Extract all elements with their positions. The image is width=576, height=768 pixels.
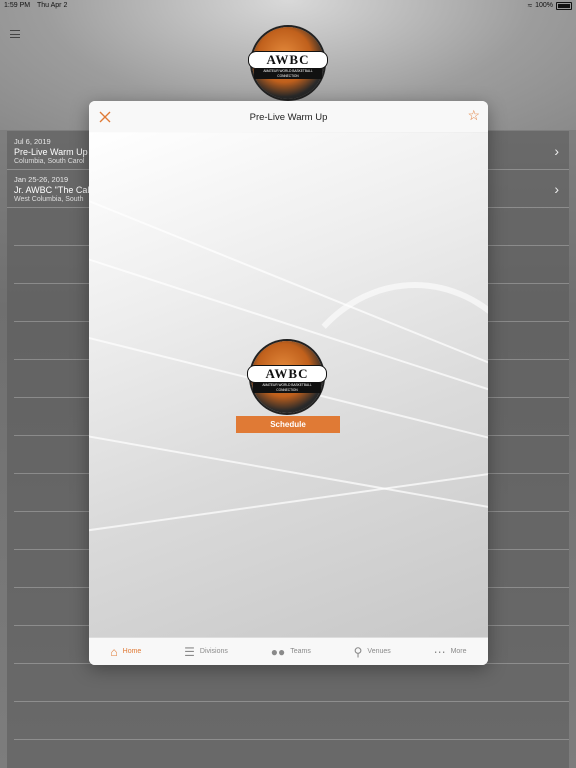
logo-subtitle: AMATEUR WORLD BASKETBALL CONNECTION xyxy=(254,69,322,79)
menu-icon[interactable] xyxy=(10,30,20,38)
logo-text: AWBC xyxy=(248,51,328,69)
center-logo: AWBC AMATEUR WORLD BASKETBALL CONNECTION xyxy=(247,341,327,413)
tab-label: Home xyxy=(122,648,142,655)
header-logo: AWBC AMATEUR WORLD BASKETBALL CONNECTION xyxy=(248,27,328,99)
logo-subtitle: AMATEUR WORLD BASKETBALL CONNECTION xyxy=(253,383,321,393)
event-modal: Pre-Live Warm Up ☆ AWBC AMATEUR WORLD BA… xyxy=(89,101,488,665)
modal-header: Pre-Live Warm Up ☆ xyxy=(89,101,488,133)
tab-more[interactable]: ⋯ More xyxy=(434,646,467,658)
more-dots-icon: ⋯ xyxy=(433,644,446,659)
tab-bar: ⌂ Home ☰ Divisions ●● Teams ⚲ Venues ⋯ M… xyxy=(89,637,488,665)
logo-text: AWBC xyxy=(247,365,327,383)
tab-teams[interactable]: ●● Teams xyxy=(271,646,311,658)
chevron-right-icon: › xyxy=(554,143,559,159)
tab-home[interactable]: ⌂ Home xyxy=(110,646,141,658)
chevron-right-icon: › xyxy=(554,181,559,197)
list-icon: ☰ xyxy=(184,644,195,659)
battery-icon xyxy=(556,1,572,10)
modal-title: Pre-Live Warm Up xyxy=(249,112,328,123)
divider xyxy=(14,701,569,702)
home-icon: ⌂ xyxy=(110,644,118,659)
schedule-button[interactable]: Schedule xyxy=(236,416,340,433)
tab-venues[interactable]: ⚲ Venues xyxy=(354,646,391,658)
star-icon[interactable]: ☆ xyxy=(467,108,480,122)
status-bar: 1:59 PM Thu Apr 2 ≈ 100% xyxy=(0,0,576,12)
event-date: Jul 6, 2019 xyxy=(14,137,51,146)
event-location: Columbia, South Carol xyxy=(14,158,85,165)
status-right: ≈ 100% xyxy=(528,1,572,10)
status-time: 1:59 PM xyxy=(4,2,31,9)
status-date: Thu Apr 2 xyxy=(37,2,68,9)
divider xyxy=(14,739,569,740)
event-date: Jan 25-26, 2019 xyxy=(14,175,69,184)
tab-label: More xyxy=(450,648,467,655)
event-location: West Columbia, South xyxy=(14,196,84,203)
location-pin-icon: ⚲ xyxy=(353,644,363,659)
event-name: Pre-Live Warm Up xyxy=(14,147,88,157)
tab-label: Divisions xyxy=(199,648,228,655)
tab-label: Venues xyxy=(367,648,391,655)
people-icon: ●● xyxy=(270,644,286,659)
wifi-icon: ≈ xyxy=(527,1,533,10)
event-name: Jr. AWBC "The Call xyxy=(14,185,92,195)
modal-body: AWBC AMATEUR WORLD BASKETBALL CONNECTION… xyxy=(89,132,488,638)
tab-label: Teams xyxy=(290,648,311,655)
tab-divisions[interactable]: ☰ Divisions xyxy=(184,646,228,658)
battery-percent: 100% xyxy=(535,2,553,9)
